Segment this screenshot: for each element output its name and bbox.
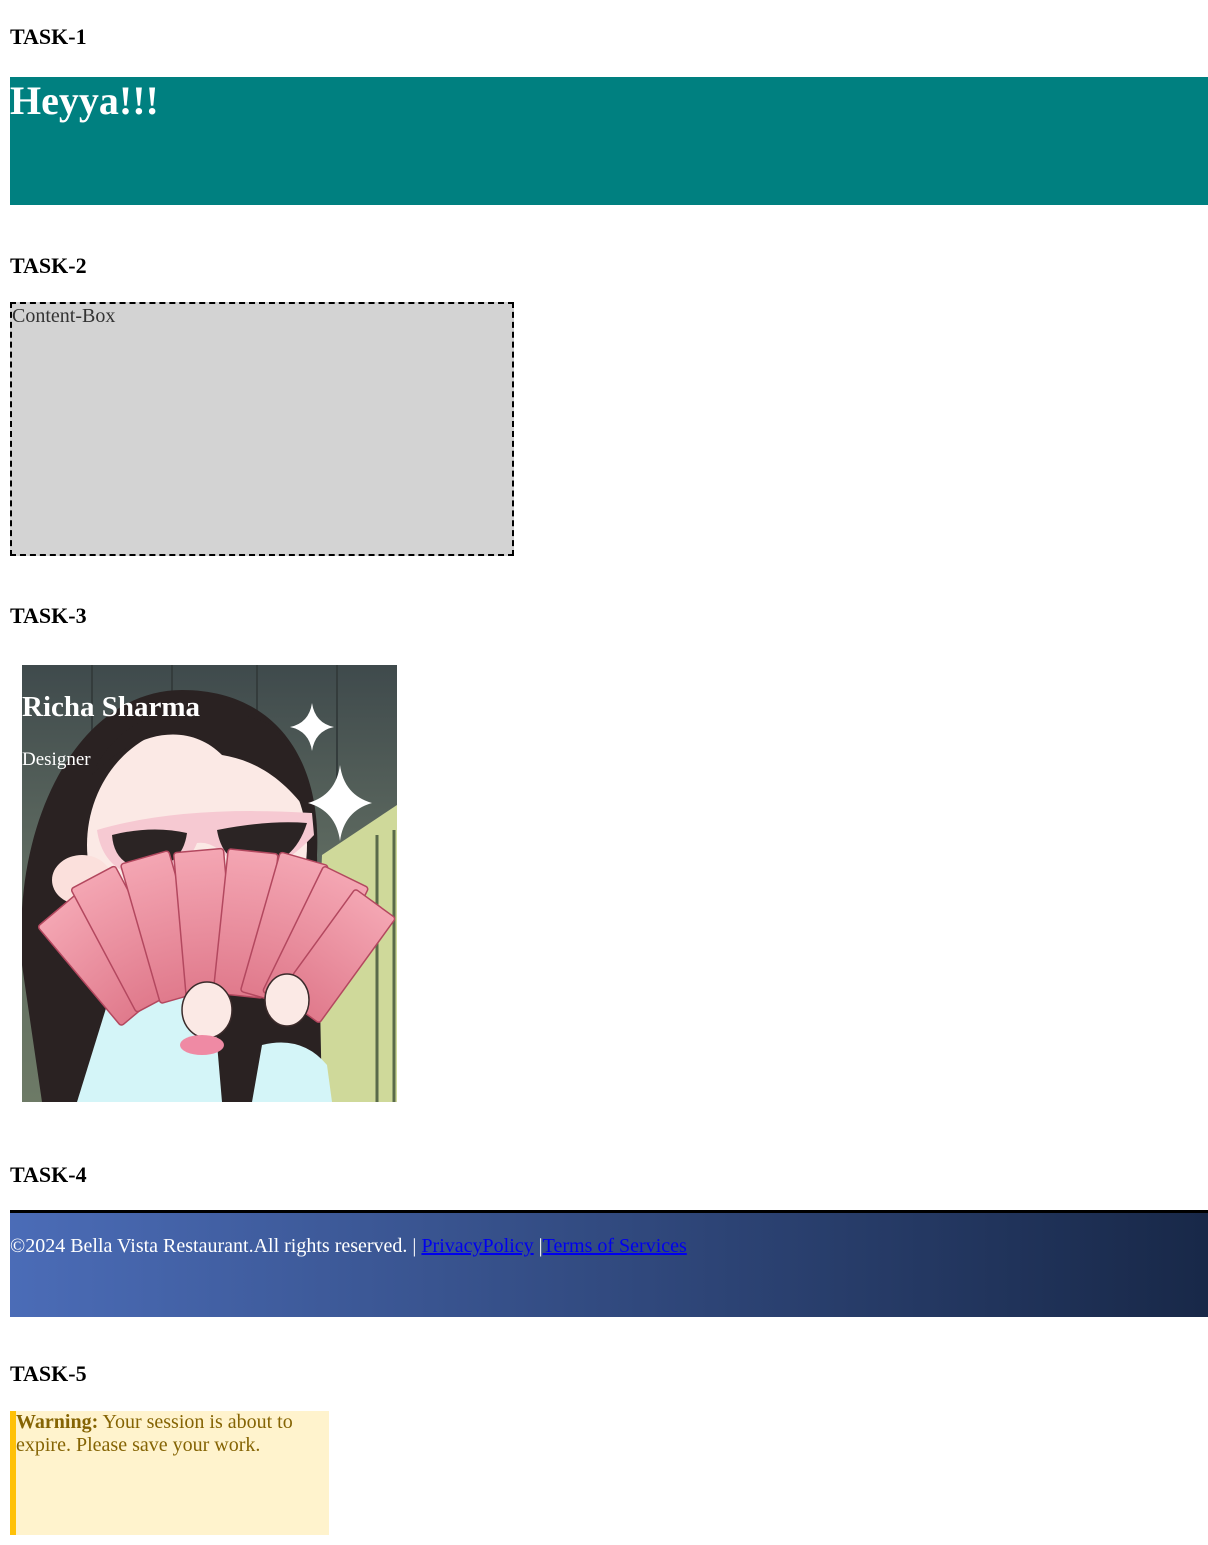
task1-heading: TASK-1 bbox=[10, 24, 87, 49]
hero-title: Heyya!!! bbox=[10, 78, 159, 123]
content-box: Content-Box bbox=[10, 302, 514, 556]
footer-copyright: ©2024 Bella Vista Restaurant.All rights … bbox=[10, 1235, 422, 1257]
task5-heading: TASK-5 bbox=[10, 1361, 87, 1386]
site-footer: ©2024 Bella Vista Restaurant.All rights … bbox=[10, 1210, 1208, 1317]
footer-separator: | bbox=[533, 1235, 543, 1257]
privacy-policy-link[interactable]: PrivacyPolicy bbox=[421, 1235, 533, 1257]
profile-name: Richa Sharma bbox=[22, 691, 201, 723]
warning-label: Warning: bbox=[16, 1411, 99, 1433]
profile-role: Designer bbox=[22, 749, 91, 770]
warning-alert: Warning: Your session is about to expire… bbox=[10, 1411, 329, 1535]
anime-girl-holding-banknotes-image bbox=[22, 665, 397, 1102]
terms-of-services-link[interactable]: Terms of Services bbox=[543, 1235, 687, 1257]
content-box-label: Content-Box bbox=[12, 305, 116, 327]
task4-heading: TASK-4 bbox=[10, 1162, 87, 1187]
warning-message: Warning: Your session is about to expire… bbox=[16, 1411, 329, 1457]
profile-card: Richa Sharma Designer bbox=[22, 665, 397, 1102]
task3-heading: TASK-3 bbox=[10, 603, 87, 628]
footer-text: ©2024 Bella Vista Restaurant.All rights … bbox=[10, 1234, 687, 1258]
hero-banner: Heyya!!! bbox=[10, 77, 1208, 205]
task2-heading: TASK-2 bbox=[10, 253, 87, 278]
